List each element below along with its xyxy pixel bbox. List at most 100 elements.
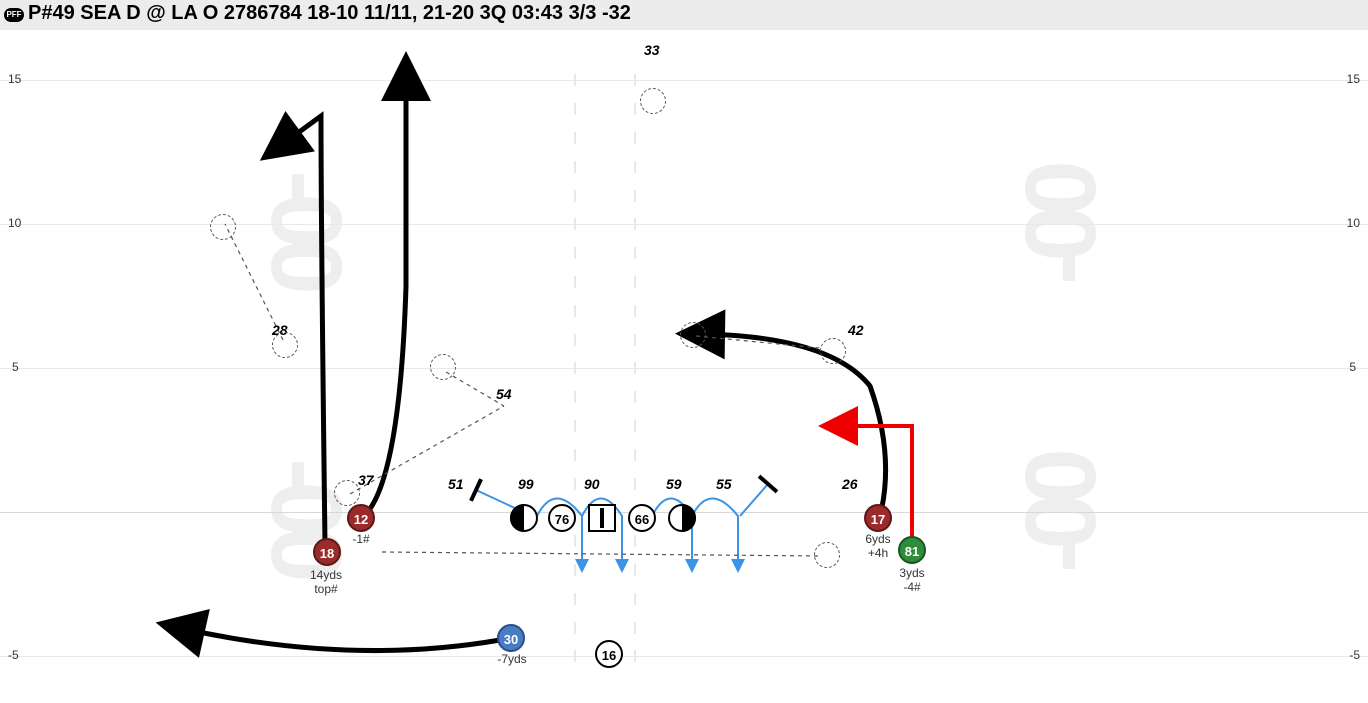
player-81-sub1: 3yds [888, 566, 936, 580]
yard-label-r5: 5 [1349, 360, 1356, 374]
hash-mark [634, 391, 636, 403]
hash-mark [634, 362, 636, 374]
hash-mark [634, 478, 636, 490]
hash-mark [634, 650, 636, 662]
player-81[interactable]: 81 [898, 536, 926, 564]
defender-42-start[interactable] [820, 338, 846, 364]
hash-mark [634, 218, 636, 230]
label-90: 90 [584, 476, 600, 492]
player-76[interactable]: 76 [548, 504, 576, 532]
hash-mark [574, 305, 576, 317]
player-17-sub1: 6yds [858, 532, 898, 546]
yard-label-l10: 10 [8, 216, 21, 230]
hash-mark [574, 276, 576, 288]
player-81-sub2: -4# [888, 580, 936, 594]
pff-logo-icon: PFF [4, 8, 24, 22]
yard-label-l5: 5 [12, 360, 19, 374]
hash-mark [634, 103, 636, 115]
player-12-sub1: -1# [347, 532, 375, 546]
hash-mark [634, 132, 636, 144]
label-37: 37 [358, 472, 374, 488]
hash-mark [634, 535, 636, 547]
hash-mark [634, 334, 636, 346]
hash-mark [574, 161, 576, 173]
player-17[interactable]: 17 [864, 504, 892, 532]
yard-label-rm5: -5 [1349, 648, 1360, 662]
route-30 [180, 628, 500, 651]
player-30[interactable]: 30 [497, 624, 525, 652]
def-track-gap [382, 552, 820, 556]
player-16[interactable]: 16 [595, 640, 623, 668]
yard-label-r10: 10 [1347, 216, 1360, 230]
hash-mark [574, 535, 576, 547]
player-66[interactable]: 66 [628, 504, 656, 532]
yard-label-l15: 15 [8, 72, 21, 86]
field-number-left-lower: -00 [248, 458, 363, 573]
defender-33[interactable] [640, 88, 666, 114]
hash-mark [574, 391, 576, 403]
player-30-sub1: -7yds [490, 652, 534, 666]
hash-mark [574, 593, 576, 605]
hash-mark [574, 420, 576, 432]
player-17-sub2: +4h [858, 546, 898, 560]
hash-mark [634, 449, 636, 461]
yard-label-r15: 15 [1347, 72, 1360, 86]
player-18-sub2: top# [301, 582, 351, 596]
hash-mark [574, 650, 576, 662]
label-42: 42 [848, 322, 864, 338]
football-field: -00 -00 -00 -00 15 15 10 10 5 5 -5 -5 [0, 26, 1368, 703]
defender-54-end[interactable] [430, 354, 456, 380]
label-54: 54 [496, 386, 512, 402]
player-center[interactable] [588, 504, 616, 532]
hash-mark [574, 190, 576, 202]
yard-label-lm5: -5 [8, 648, 19, 662]
hash-mark [634, 564, 636, 576]
label-33: 33 [644, 42, 660, 58]
def-track-42 [696, 336, 820, 348]
player-18-sub1: 14yds [301, 568, 351, 582]
label-55: 55 [716, 476, 732, 492]
player-12[interactable]: 12 [347, 504, 375, 532]
hash-mark [634, 190, 636, 202]
yardline-5 [0, 368, 1368, 369]
play-title: P#49 SEA D @ LA O 2786784 18-10 11/11, 2… [28, 2, 631, 24]
label-51: 51 [448, 476, 464, 492]
yardline-15 [0, 80, 1368, 81]
defender-gap[interactable] [814, 542, 840, 568]
hash-mark [634, 74, 636, 86]
hash-mark [574, 247, 576, 259]
hash-mark [574, 334, 576, 346]
hash-mark [574, 218, 576, 230]
hash-mark [574, 74, 576, 86]
hash-mark [574, 478, 576, 490]
hash-mark [634, 305, 636, 317]
defender-42-end[interactable] [680, 322, 706, 348]
field-number-left-upper: -00 [248, 170, 363, 285]
hash-mark [634, 247, 636, 259]
field-number-right-upper: -00 [1004, 170, 1119, 285]
routes-layer [0, 26, 1368, 703]
defender-28-start[interactable] [272, 332, 298, 358]
player-18[interactable]: 18 [313, 538, 341, 566]
player-rt[interactable] [668, 504, 696, 532]
hash-mark [634, 161, 636, 173]
player-lt[interactable] [510, 504, 538, 532]
label-99: 99 [518, 476, 534, 492]
hash-mark [574, 103, 576, 115]
route-12 [366, 76, 406, 514]
hash-mark [574, 449, 576, 461]
yardline-m5 [0, 656, 1368, 657]
hash-mark [574, 564, 576, 576]
defender-28-end[interactable] [210, 214, 236, 240]
defender-37[interactable] [334, 480, 360, 506]
label-26: 26 [842, 476, 858, 492]
hash-mark [634, 593, 636, 605]
field-number-right-lower: -00 [1004, 458, 1119, 573]
label-59: 59 [666, 476, 682, 492]
hash-mark [574, 622, 576, 634]
hash-mark [574, 132, 576, 144]
yardline-10 [0, 224, 1368, 225]
hash-mark [574, 362, 576, 374]
hash-mark [634, 276, 636, 288]
hash-mark [634, 622, 636, 634]
